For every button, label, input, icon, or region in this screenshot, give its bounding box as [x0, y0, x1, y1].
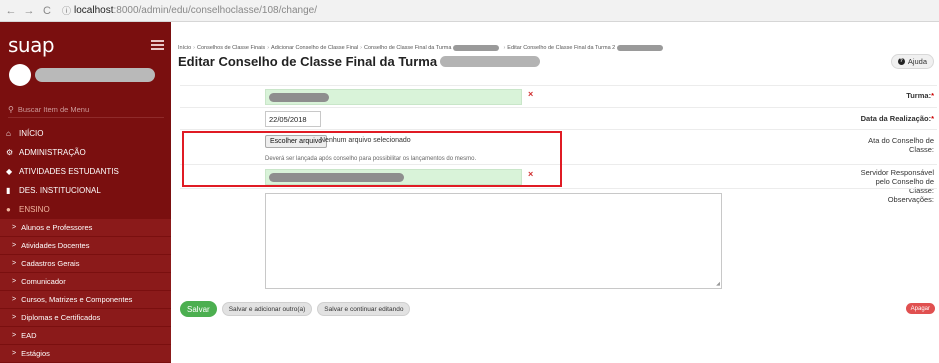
- sidebar-item-administracao[interactable]: ⚙ ADMINISTRAÇÃO: [0, 143, 171, 162]
- forward-icon[interactable]: →: [22, 5, 36, 17]
- sidebar-item-label: INÍCIO: [19, 129, 44, 138]
- submenu-item-label: Cadastros Gerais: [21, 259, 80, 268]
- help-button[interactable]: ? Ajuda: [890, 54, 934, 69]
- submenu-item-label: Comunicador: [21, 277, 66, 286]
- sidebar-item-label: ATIVIDADES ESTUDANTIS: [19, 167, 119, 176]
- breadcrumb-item[interactable]: Conselho de Classe Final da Turma: [364, 45, 451, 51]
- breadcrumb: Início › Conselhos de Classe Finais › Adic…: [178, 45, 665, 51]
- sidebar-item-ensino[interactable]: ● ENSINO: [0, 200, 171, 219]
- submenu-item-diplomas[interactable]: > Diplomas e Certificados: [0, 309, 171, 327]
- save-add-button[interactable]: Salvar e adicionar outro(a): [221, 302, 313, 316]
- chevron-right-icon: >: [12, 296, 17, 303]
- suap-logo[interactable]: suap: [8, 33, 55, 57]
- submenu-item-label: EAD: [21, 331, 37, 340]
- search-icon: ⚲: [8, 105, 14, 114]
- submenu-item-cadastros-gerais[interactable]: > Cadastros Gerais: [0, 255, 171, 273]
- menu-search[interactable]: ⚲ Buscar Item de Menu: [8, 102, 164, 118]
- form-actions: Salvar Salvar e adicionar outro(a) Salva…: [180, 301, 415, 317]
- redacted-text: [453, 45, 500, 51]
- field-row-data: Data da Realização:* 22/05/2018: [180, 107, 937, 129]
- avatar: [9, 64, 31, 86]
- ensino-icon: ●: [6, 205, 11, 214]
- ata-label: Ata do Conselho de Classe:: [868, 136, 934, 154]
- save-continue-button[interactable]: Salvar e continuar editando: [317, 302, 411, 316]
- breadcrumb-item[interactable]: Adicionar Conselho de Classe Final: [271, 45, 358, 51]
- submenu-item-ead[interactable]: > EAD: [0, 327, 171, 345]
- chevron-right-icon: >: [12, 224, 17, 231]
- submenu-item-label: Alunos e Professores: [21, 223, 93, 232]
- submenu-item-label: Diplomas e Certificados: [21, 313, 101, 322]
- question-icon: ?: [897, 58, 905, 65]
- observacoes-textarea[interactable]: ◢: [265, 193, 722, 289]
- submenu-item-label: Estágios: [21, 349, 50, 358]
- breadcrumb-item[interactable]: Conselhos de Classe Finais: [197, 45, 265, 51]
- submenu-item-alunos-professores[interactable]: > Alunos e Professores: [0, 219, 171, 237]
- submenu-item-label: Cursos, Matrizes e Componentes: [21, 295, 133, 304]
- redacted-text: [617, 45, 664, 51]
- bar-chart-icon: ▮: [6, 186, 11, 195]
- delete-button[interactable]: Apagar: [905, 303, 935, 314]
- date-input[interactable]: 22/05/2018: [265, 111, 321, 127]
- observacoes-label: Observações:: [887, 195, 934, 204]
- back-icon[interactable]: ←: [4, 5, 18, 17]
- submenu-item-atividades-docentes[interactable]: > Atividades Docentes: [0, 237, 171, 255]
- save-button[interactable]: Salvar: [180, 301, 217, 317]
- submenu-item-label: Atividades Docentes: [21, 241, 90, 250]
- error-icon: ×: [528, 89, 534, 99]
- chevron-right-icon: >: [12, 350, 17, 357]
- page-title: Editar Conselho de Classe Final da Turma: [178, 54, 541, 69]
- turma-field[interactable]: [265, 89, 522, 105]
- chevron-right-icon: >: [12, 260, 17, 267]
- chevron-right-icon: >: [12, 314, 17, 321]
- help-label: Ajuda: [907, 57, 927, 66]
- reload-icon[interactable]: C: [40, 5, 54, 17]
- field-row-observacoes: Observações: ◢: [180, 188, 937, 293]
- address-bar[interactable]: ⓘ localhost:8000/admin/edu/conselhoclass…: [62, 4, 317, 17]
- data-label: Data da Realização:*: [860, 114, 934, 123]
- hamburger-menu-icon[interactable]: [151, 40, 164, 50]
- menu-search-placeholder: Buscar Item de Menu: [17, 105, 90, 114]
- url-host: localhost: [74, 5, 114, 16]
- redacted-text: [440, 56, 541, 67]
- sidebar-item-label: DES. INSTITUCIONAL: [19, 186, 101, 195]
- redacted-username: [35, 68, 155, 82]
- site-info-icon[interactable]: ⓘ: [62, 4, 71, 17]
- submenu-item-comunicador[interactable]: > Comunicador: [0, 273, 171, 291]
- chevron-right-icon: >: [12, 278, 17, 285]
- resize-handle-icon[interactable]: ◢: [716, 281, 720, 287]
- breadcrumb-item-current: Editar Conselho de Classe Final da Turma…: [507, 45, 616, 51]
- highlight-annotation-box: [182, 131, 562, 187]
- submenu-item-cursos[interactable]: > Cursos, Matrizes e Componentes: [0, 291, 171, 309]
- student-activities-icon: ◆: [6, 167, 13, 176]
- sidebar-item-inicio[interactable]: ⌂ INÍCIO: [0, 124, 171, 143]
- sidebar: suap ⚲ Buscar Item de Menu ⌂ INÍCIO ⚙ ADMI…: [0, 22, 171, 363]
- breadcrumb-item[interactable]: Início: [178, 45, 191, 51]
- submenu-item-estagios[interactable]: > Estágios: [0, 345, 171, 363]
- edit-form: Turma:* × Data da Realização:* 22/05/201…: [180, 85, 937, 293]
- sidebar-item-label: ADMINISTRAÇÃO: [19, 148, 86, 157]
- field-row-turma: Turma:* ×: [180, 85, 937, 107]
- sidebar-item-atividades-estudantis[interactable]: ◆ ATIVIDADES ESTUDANTIS: [0, 162, 171, 181]
- sidebar-header: suap: [8, 33, 164, 57]
- sidebar-menu: ⌂ INÍCIO ⚙ ADMINISTRAÇÃO ◆ ATIVIDADES ESTUD…: [0, 124, 171, 363]
- ensino-submenu: > Alunos e Professores > Atividades Docent…: [0, 219, 171, 363]
- url-path: :8000/admin/edu/conselhoclasse/108/chang…: [113, 5, 317, 16]
- redacted-value: [269, 93, 329, 102]
- page-title-text: Editar Conselho de Classe Final da Turma: [178, 54, 438, 69]
- turma-label: Turma:*: [906, 91, 934, 100]
- main-content: Início › Conselhos de Classe Finais › Adic…: [171, 22, 939, 353]
- user-profile[interactable]: [9, 64, 163, 86]
- browser-toolbar: ← → C ⓘ localhost:8000/admin/edu/conselh…: [0, 0, 939, 22]
- sidebar-item-des-institucional[interactable]: ▮ DES. INSTITUCIONAL: [0, 181, 171, 200]
- admin-icon: ⚙: [6, 148, 14, 157]
- chevron-right-icon: >: [12, 242, 17, 249]
- home-icon: ⌂: [6, 129, 11, 138]
- chevron-right-icon: >: [12, 332, 17, 339]
- sidebar-item-label: ENSINO: [19, 205, 50, 214]
